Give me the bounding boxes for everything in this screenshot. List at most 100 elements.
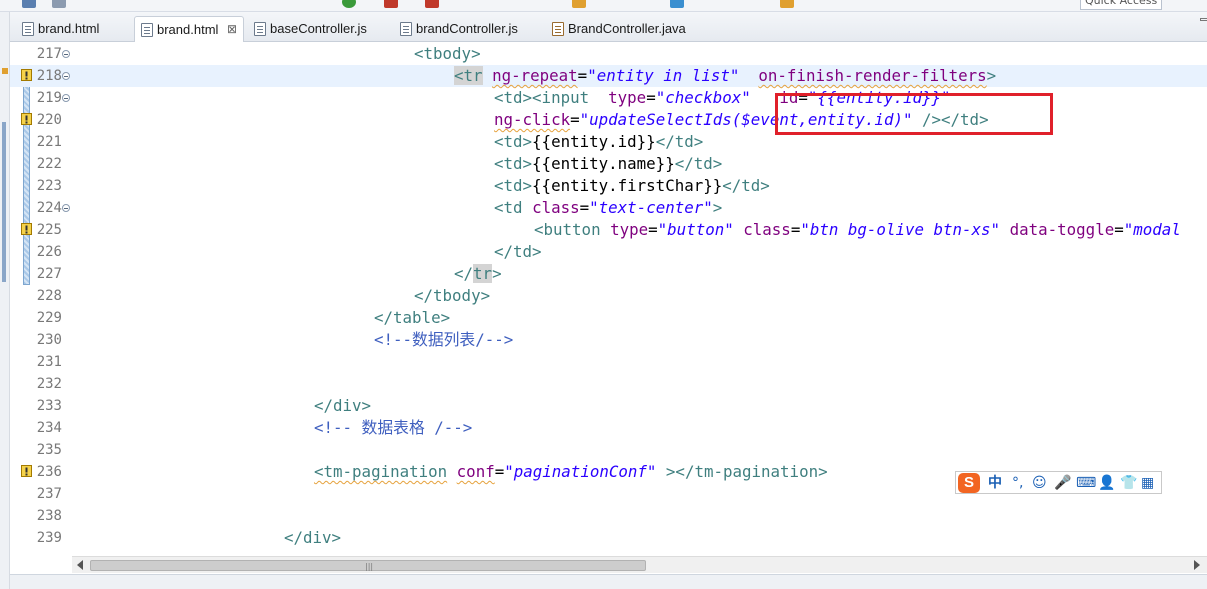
red-highlight-box (775, 93, 1053, 135)
quick-access-input[interactable]: Quick Access (1080, 0, 1162, 10)
line-number: 233 (36, 398, 62, 414)
line-number: 235 (36, 442, 62, 458)
rail-scroll-indicator (2, 122, 6, 282)
fold-collapse-icon[interactable] (62, 94, 70, 102)
keyboard-icon[interactable]: ⌨ (1076, 474, 1096, 492)
code-text: <tm-pagination conf="paginationConf" ></… (314, 462, 828, 481)
code-text: <td class="text-center"> (494, 198, 723, 217)
code-line: 238 (10, 505, 1207, 527)
line-number: 234 (36, 420, 62, 436)
js-file-icon (254, 22, 266, 36)
user-icon[interactable]: 👤 (1098, 474, 1115, 492)
code-line: 232 (10, 373, 1207, 395)
forward-icon[interactable] (670, 0, 684, 8)
code-line: 230 <!--数据列表/--> (10, 329, 1207, 351)
scroll-right-icon[interactable] (1194, 560, 1200, 570)
html-file-icon (22, 22, 34, 36)
line-number: 220 (36, 112, 62, 128)
close-icon[interactable]: ⊠ (227, 17, 237, 42)
line-number: 237 (36, 486, 62, 502)
stop-icon[interactable] (384, 0, 398, 8)
code-line: 235 (10, 439, 1207, 461)
code-comment: <!-- 数据表格 /--> (314, 418, 473, 437)
fold-collapse-icon[interactable] (62, 72, 70, 80)
code-line: 228 </tbody> (10, 285, 1207, 307)
tab-label: brandController.js (416, 21, 518, 36)
tab-brand-html-2[interactable]: brand.html ⊠ (134, 16, 244, 42)
line-number: 228 (36, 288, 62, 304)
code-text: </tr> (454, 264, 502, 283)
line-number: 239 (36, 530, 62, 546)
tab-label: brand.html (157, 22, 219, 37)
line-number: 236 (36, 464, 62, 480)
code-text: <td>{{entity.firstChar}}</td> (494, 176, 770, 195)
code-line: 222 <td>{{entity.name}}</td> (10, 153, 1207, 175)
fold-collapse-icon[interactable] (62, 204, 70, 212)
line-number: 222 (36, 156, 62, 172)
js-file-icon (400, 22, 412, 36)
code-line: 226 </td> (10, 241, 1207, 263)
code-line: 224 <td class="text-center"> (10, 197, 1207, 219)
line-number: 223 (36, 178, 62, 194)
tab-label: BrandController.java (568, 21, 686, 36)
line-number: 229 (36, 310, 62, 326)
ime-toolbar[interactable]: S 中 °, ☺ 🎤 ⌨ 👤 👕 ▦ (955, 471, 1162, 494)
tab-brandcontroller-java[interactable]: BrandController.java (546, 16, 696, 42)
line-number: 219 (36, 90, 62, 106)
main-toolbar: Quick Access (0, 0, 1207, 12)
code-text: <tbody> (414, 44, 481, 63)
code-line: 233 </div> (10, 395, 1207, 417)
code-comment: <!--数据列表/--> (374, 330, 514, 349)
code-text: </div> (314, 396, 372, 415)
code-line: 229 </table> (10, 307, 1207, 329)
scroll-left-icon[interactable] (77, 560, 83, 570)
horizontal-scrollbar[interactable]: ||| (72, 556, 1207, 573)
debug-icon[interactable] (425, 0, 439, 8)
back-arrow-icon[interactable] (780, 0, 794, 8)
code-line-current: 218 <tr ng-repeat="entity in list" on-fi… (10, 65, 1207, 87)
sogou-logo-icon[interactable]: S (958, 473, 980, 493)
microphone-icon[interactable]: 🎤 (1054, 474, 1071, 492)
open-folder-icon[interactable] (572, 0, 586, 8)
tab-label: brand.html (38, 21, 100, 36)
code-line: 239 </div> (10, 527, 1207, 549)
tab-basecontroller-js[interactable]: baseController.js (248, 16, 378, 42)
left-side-rail (0, 12, 10, 589)
line-number: 224 (36, 200, 62, 216)
line-number: 226 (36, 244, 62, 260)
tab-brand-html-1[interactable]: brand.html (16, 16, 126, 42)
tab-label: baseController.js (270, 21, 367, 36)
scrollbar-corner (10, 556, 72, 573)
code-text: <td>{{entity.name}}</td> (494, 154, 723, 173)
tab-brandcontroller-js[interactable]: brandController.js (394, 16, 534, 42)
line-number: 231 (36, 354, 62, 370)
perspective-switcher[interactable] (1170, 0, 1200, 9)
code-text: <button type="button" class="btn bg-oliv… (534, 220, 1181, 239)
warning-marker-icon[interactable] (2, 68, 8, 74)
code-line: 227 </tr> (10, 263, 1207, 285)
search-icon[interactable] (52, 0, 66, 8)
line-number: 225 (36, 222, 62, 238)
line-number: 230 (36, 332, 62, 348)
java-file-icon (552, 22, 564, 36)
ime-mode-toggle[interactable]: 中 (988, 474, 1002, 492)
save-icon[interactable] (22, 0, 36, 8)
code-line: 231 (10, 351, 1207, 373)
code-text: </table> (374, 308, 451, 327)
code-text: <tr ng-repeat="entity in list" on-finish… (454, 66, 997, 85)
minimize-icon[interactable] (1200, 18, 1207, 21)
line-number: 217 (36, 46, 62, 62)
toolbox-icon[interactable]: ▦ (1141, 474, 1154, 492)
code-line: 217 <tbody> (10, 43, 1207, 65)
code-line: 223 <td>{{entity.firstChar}}</td> (10, 175, 1207, 197)
scrollbar-thumb[interactable]: ||| (90, 560, 646, 571)
code-text: </td> (494, 242, 542, 261)
editor-tab-bar: brand.html brand.html ⊠ baseController.j… (10, 12, 1207, 42)
html-file-icon (141, 23, 153, 37)
fold-collapse-icon[interactable] (62, 50, 70, 58)
punctuation-icon[interactable]: °, (1012, 474, 1023, 492)
line-number: 238 (36, 508, 62, 524)
skin-icon[interactable]: 👕 (1120, 474, 1137, 492)
run-icon[interactable] (342, 0, 356, 8)
emoji-icon[interactable]: ☺ (1032, 474, 1047, 492)
